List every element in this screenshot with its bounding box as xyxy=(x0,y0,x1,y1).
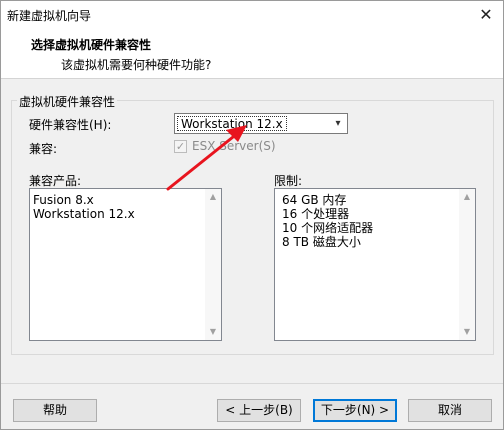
scroll-up-icon[interactable]: ▲ xyxy=(205,189,221,205)
cancel-button[interactable]: 取消 xyxy=(408,399,492,422)
scroll-up-icon[interactable]: ▲ xyxy=(459,189,475,205)
hardware-compat-label: 硬件兼容性(H): xyxy=(29,118,112,132)
list-item: 64 GB 内存 xyxy=(282,193,347,207)
esx-server-checkbox[interactable]: ✓ xyxy=(174,140,187,153)
title-bar: 新建虚拟机向导 ✕ xyxy=(1,1,503,29)
list-item[interactable]: Fusion 8.x xyxy=(30,193,221,207)
help-button[interactable]: 帮助 xyxy=(13,399,97,422)
limits-label: 限制: xyxy=(274,174,303,188)
limits-scrollbar[interactable]: ▲ ▼ xyxy=(459,189,475,340)
group-legend: 虚拟机硬件兼容性 xyxy=(17,93,118,110)
wizard-header: 选择虚拟机硬件兼容性 该虚拟机需要何种硬件功能? xyxy=(1,29,503,79)
products-scrollbar[interactable]: ▲ ▼ xyxy=(205,189,221,340)
page-title: 选择虚拟机硬件兼容性 xyxy=(31,38,152,52)
scroll-down-icon[interactable]: ▼ xyxy=(459,324,475,340)
limits-listbox[interactable]: 64 GB 内存 16 个处理器 10 个网络适配器 8 TB 磁盘大小 ▲ ▼ xyxy=(274,188,476,341)
chevron-down-icon[interactable]: ▾ xyxy=(330,115,346,132)
list-item: 16 个处理器 xyxy=(282,207,350,221)
hardware-compat-value: Workstation 12.x xyxy=(177,116,287,131)
list-item: 8 TB 磁盘大小 xyxy=(282,235,361,249)
products-label: 兼容产品: xyxy=(29,174,82,188)
window-title: 新建虚拟机向导 xyxy=(7,9,92,23)
scroll-down-icon[interactable]: ▼ xyxy=(205,324,221,340)
list-item[interactable]: Workstation 12.x xyxy=(30,207,221,221)
back-button[interactable]: < 上一步(B) xyxy=(217,399,301,422)
close-icon[interactable]: ✕ xyxy=(475,4,497,26)
footer-separator xyxy=(1,383,503,384)
next-button[interactable]: 下一步(N) > xyxy=(313,399,397,422)
wizard-window: 新建虚拟机向导 ✕ 选择虚拟机硬件兼容性 该虚拟机需要何种硬件功能? 虚拟机硬件… xyxy=(0,0,504,430)
products-listbox[interactable]: Fusion 8.x Workstation 12.x ▲ ▼ xyxy=(29,188,222,341)
esx-server-checkbox-label: ESX Server(S) xyxy=(192,139,276,153)
hardware-compat-dropdown[interactable]: Workstation 12.x ▾ xyxy=(174,113,348,134)
list-item: 10 个网络适配器 xyxy=(282,221,374,235)
page-subtitle: 该虚拟机需要何种硬件功能? xyxy=(61,58,212,72)
compat-label: 兼容: xyxy=(29,142,58,156)
